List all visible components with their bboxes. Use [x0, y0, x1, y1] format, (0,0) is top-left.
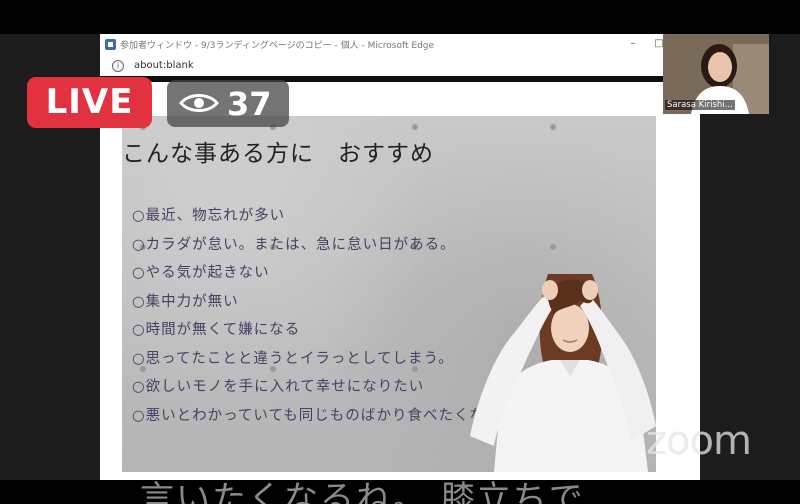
viewer-count: 37: [227, 85, 272, 123]
list-item: ○思ってたことと違うとイラっとしてしまう。: [132, 350, 454, 367]
list-item: ○カラダが怠い。または、急に怠い日がある。: [132, 236, 456, 253]
edge-app-icon: [105, 39, 116, 50]
info-icon[interactable]: i: [112, 60, 124, 72]
zoom-watermark: zoom: [646, 418, 752, 464]
eye-icon: [179, 94, 219, 112]
stressed-woman-photo: [470, 274, 656, 472]
slide-heading: こんな事ある方に おすすめ: [122, 141, 434, 167]
participant-name: Sarasa Kirishi...: [665, 100, 735, 110]
presentation-slide: こんな事ある方に おすすめ ○最近、物忘れが多い ○カラダが怠い。または、急に怠…: [122, 116, 656, 472]
list-item: ○欲しいモノを手に入れて幸せになりたい: [132, 379, 425, 395]
minimize-icon[interactable]: –: [626, 38, 640, 50]
list-item: ○やる気が起きない: [132, 265, 270, 281]
caption-text: 言いたくなるね。 膝立ちで: [140, 479, 585, 504]
live-badge: LIVE: [27, 77, 152, 128]
symptom-list: ○最近、物忘れが多い ○カラダが怠い。または、急に怠い日がある。 ○やる気が起き…: [132, 202, 516, 430]
list-item: ○悪いとわかっていても同じものばかり食べたくなる。: [132, 407, 517, 424]
top-black-bar: [0, 0, 800, 34]
participant-video-tile[interactable]: Sarasa Kirishi...: [663, 34, 769, 114]
window-title: 参加者ウィンドウ - 9/3ランディングページのコピー - 個人 - Micro…: [120, 41, 435, 51]
list-item: ○時間が無くて嫌になる: [132, 322, 301, 338]
viewer-count-badge: 37: [167, 80, 289, 127]
list-item: ○最近、物忘れが多い: [132, 208, 286, 224]
url-text[interactable]: about:blank: [134, 60, 194, 71]
browser-title-bar: 参加者ウィンドウ - 9/3ランディングページのコピー - 個人 - Micro…: [100, 34, 700, 57]
address-bar[interactable]: i about:blank: [100, 56, 700, 76]
list-item: ○集中力が無い: [132, 293, 239, 310]
